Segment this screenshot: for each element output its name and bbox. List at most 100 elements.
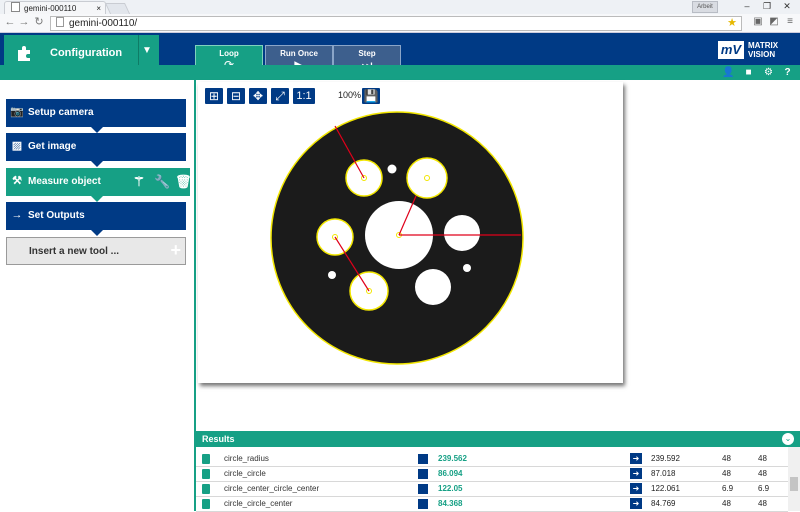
one-to-one-button[interactable]: 1:1 <box>293 88 315 104</box>
zoom-out-icon[interactable]: ⊟ <box>227 88 245 104</box>
page-favicon-icon <box>11 2 20 12</box>
result-reference: 122.061 <box>651 484 680 493</box>
results-header[interactable]: Results ⌄ <box>196 431 800 447</box>
matrix-vision-logo: mV MATRIX VISION <box>718 40 794 60</box>
zoom-in-icon[interactable]: ⊞ <box>205 88 223 104</box>
arrow-right-icon[interactable]: ➜ <box>630 468 642 479</box>
image-icon: ▨ <box>11 140 23 152</box>
delete-icon[interactable] <box>418 454 428 464</box>
back-arrow-icon[interactable]: ← <box>4 15 16 29</box>
results-scrollbar[interactable] <box>788 447 800 511</box>
result-reference: 239.592 <box>651 454 680 463</box>
step-measure-object[interactable]: ⚒ Measure object ⚚ 🔧 🗑 <box>6 168 192 202</box>
close-window-icon[interactable]: ✕ <box>778 0 796 13</box>
browser-user-badge[interactable]: Arbeit <box>692 1 718 13</box>
logo-text: MATRIX VISION <box>748 41 778 59</box>
restore-window-icon[interactable]: ❐ <box>758 0 776 13</box>
result-max: 48 <box>758 469 767 478</box>
result-max: 48 <box>758 454 767 463</box>
logo-text-line-2: VISION <box>748 50 776 59</box>
image-toolbar: ⊞ ⊟ ✥ ⤢ 1:1 100% 💾 <box>205 86 380 106</box>
small-hole <box>387 164 397 174</box>
step-label: Setup camera <box>28 107 94 118</box>
page-icon <box>56 17 64 27</box>
save-image-icon[interactable]: 💾 <box>362 88 380 104</box>
step-get-image[interactable]: ▨ Get image <box>6 133 186 167</box>
user-icon[interactable]: 👤 <box>722 66 735 79</box>
result-type-icon <box>202 499 210 509</box>
header-toolbar-strip <box>0 65 800 80</box>
plus-icon: + <box>170 240 181 260</box>
result-max: 48 <box>758 499 767 508</box>
result-value: 122.05 <box>438 484 463 493</box>
extension-box-icon[interactable]: ◩ <box>768 16 780 28</box>
hole-measured-2 <box>406 157 448 199</box>
result-value: 84.368 <box>438 499 463 508</box>
results-table: circle_radius 239.562 ➜ 239.592 48 48 ci… <box>196 452 788 512</box>
puzzle-icon <box>18 46 30 61</box>
results-title: Results <box>202 434 235 444</box>
fit-to-window-icon[interactable]: ⤢ <box>271 88 289 104</box>
step-pointer <box>91 161 103 167</box>
result-min: 48 <box>722 469 731 478</box>
browser-menu-icon[interactable]: ≡ <box>784 16 796 28</box>
image-canvas[interactable] <box>198 82 623 383</box>
small-hole <box>328 271 336 279</box>
video-camera-icon[interactable]: ■ <box>742 66 755 79</box>
result-type-icon <box>202 469 210 479</box>
logo-text-line-1: MATRIX <box>748 41 779 50</box>
hole <box>444 215 480 251</box>
result-min: 48 <box>722 499 731 508</box>
step-label: Get image <box>28 141 77 152</box>
step-label: Step <box>358 49 376 58</box>
magic-wand-icon[interactable]: ⚚ <box>132 174 146 190</box>
url-text: gemini-000110/ <box>69 18 138 29</box>
url-input[interactable]: gemini-000110/ ★ <box>50 16 742 31</box>
result-reference: 87.018 <box>651 469 676 478</box>
step-pointer <box>91 230 103 236</box>
trash-icon[interactable]: 🗑 <box>175 174 192 190</box>
minimize-window-icon[interactable]: – <box>738 0 756 13</box>
pan-icon[interactable]: ✥ <box>249 88 267 104</box>
camera-icon: 📷 <box>10 106 24 118</box>
result-max: 6.9 <box>758 484 770 493</box>
arrow-right-icon[interactable]: ➜ <box>630 483 642 494</box>
scrollbar-thumb[interactable] <box>790 477 798 491</box>
measure-icon: ⚒ <box>12 175 22 187</box>
collapse-icon[interactable]: ⌄ <box>782 433 794 445</box>
result-reference: 84.769 <box>651 499 676 508</box>
help-icon[interactable]: ? <box>781 66 794 79</box>
step-set-outputs[interactable]: → Set Outputs <box>6 202 186 236</box>
caret-down-icon[interactable]: ▼ <box>142 45 152 56</box>
arrow-right-icon[interactable]: ➜ <box>630 453 642 464</box>
gear-icon[interactable]: ⚙ <box>762 66 775 79</box>
delete-icon[interactable] <box>418 469 428 479</box>
camera-image <box>270 111 524 365</box>
delete-icon[interactable] <box>418 499 428 509</box>
configuration-label: Configuration <box>50 47 123 59</box>
result-type-icon <box>202 454 210 464</box>
result-min: 48 <box>722 454 731 463</box>
step-label: Set Outputs <box>28 210 85 221</box>
result-name: circle_radius <box>224 454 269 463</box>
forward-arrow-icon[interactable]: → <box>18 15 30 29</box>
insert-tool-button[interactable]: Insert a new tool ... + <box>6 237 186 265</box>
result-value: 86.094 <box>438 469 463 478</box>
step-setup-camera[interactable]: 📷 Setup camera <box>6 99 186 133</box>
delete-icon[interactable] <box>418 484 428 494</box>
insert-tool-label: Insert a new tool ... <box>29 246 120 257</box>
table-row[interactable]: circle_radius 239.562 ➜ 239.592 48 48 <box>196 452 788 467</box>
result-type-icon <box>202 484 210 494</box>
table-row[interactable]: circle_circle 86.094 ➜ 87.018 48 48 <box>196 467 788 482</box>
zoom-level-field[interactable]: 100% <box>331 88 363 103</box>
arrow-right-icon[interactable]: ➜ <box>630 498 642 509</box>
table-row[interactable]: circle_circle_center 84.368 ➜ 84.769 48 … <box>196 497 788 512</box>
logo-mark: mV <box>718 41 744 59</box>
arrow-right-icon: → <box>11 209 23 221</box>
table-row[interactable]: circle_center_circle_center 122.05 ➜ 122… <box>196 482 788 497</box>
browser-tab[interactable]: gemini-000110 × <box>4 1 106 15</box>
reload-icon[interactable]: ↻ <box>33 15 45 29</box>
extension-icon[interactable]: ▣ <box>752 16 764 28</box>
wrench-icon[interactable]: 🔧 <box>154 174 170 190</box>
bookmark-star-icon[interactable]: ★ <box>727 17 737 30</box>
